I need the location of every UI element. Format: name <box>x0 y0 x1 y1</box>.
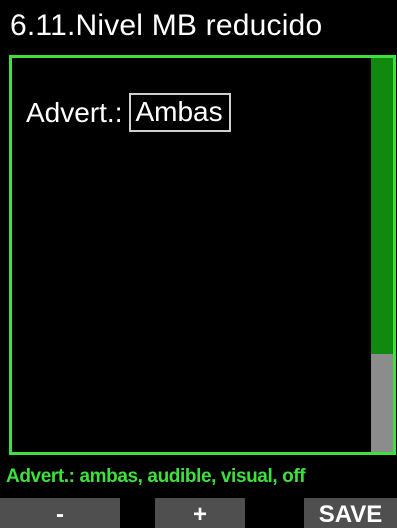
warning-setting-value[interactable]: Ambas <box>129 93 231 132</box>
page-title: 6.11.Nivel MB reducido <box>0 0 397 52</box>
decrease-button[interactable]: - <box>0 498 120 528</box>
scrollbar[interactable] <box>371 58 393 452</box>
scrollbar-thumb[interactable] <box>371 58 393 354</box>
settings-panel: Advert.: Ambas <box>9 55 396 455</box>
save-button[interactable]: SAVE <box>304 498 397 528</box>
increase-button[interactable]: + <box>155 498 245 528</box>
options-hint: Advert.: ambas, audible, visual, off <box>6 466 306 487</box>
softkey-bar: - + SAVE <box>0 498 397 528</box>
warning-setting-label: Advert.: <box>26 96 123 128</box>
warning-setting-row[interactable]: Advert.: Ambas <box>26 93 231 132</box>
